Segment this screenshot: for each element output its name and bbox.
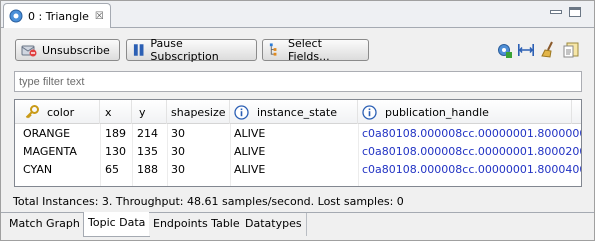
pause-subscription-label: Pause Subscription	[150, 37, 219, 63]
cell-shapesize: 30	[171, 145, 185, 158]
table-row[interactable]: CYAN 65 188 30 ALIVE c0a80108.000008cc.0…	[15, 161, 581, 179]
close-icon[interactable]: ☒	[95, 11, 104, 22]
column-fit-icon[interactable]	[517, 41, 535, 59]
column-header-y[interactable]: y	[132, 100, 167, 124]
column-header-publication-handle-label: publication_handle	[385, 105, 489, 119]
cell-shapesize: 30	[171, 127, 185, 140]
column-header-x-label: x	[105, 105, 112, 119]
unsubscribe-icon	[21, 45, 37, 57]
view-tab-triangle[interactable]: 0 : Triangle ☒	[3, 3, 111, 28]
cell-color: MAGENTA	[23, 145, 77, 158]
cell-x: 130	[105, 145, 126, 158]
cell-publication-handle: c0a80108.000008cc.00000001.80002002	[362, 145, 582, 158]
status-text: Total Instances: 3. Throughput: 48.61 sa…	[13, 195, 404, 208]
tab-endpoints-table[interactable]: Endpoints Table	[149, 213, 245, 236]
cell-y: 188	[137, 163, 158, 176]
select-fields-icon	[269, 43, 277, 56]
cell-publication-handle: c0a80108.000008cc.00000001.80000002	[362, 127, 582, 140]
unsubscribe-label: Unsubscribe	[42, 43, 110, 57]
clear-broom-icon[interactable]	[540, 41, 558, 59]
column-header-instance-state[interactable]: instance_state	[230, 100, 358, 124]
cell-x: 65	[105, 163, 119, 176]
pause-icon	[133, 44, 144, 56]
info-icon	[362, 104, 377, 120]
view-tab-bar: 0 : Triangle ☒	[1, 1, 594, 28]
cell-instance-state: ALIVE	[234, 163, 266, 176]
settings-gear-icon[interactable]	[495, 41, 513, 59]
triangle-view-panel: 0 : Triangle ☒ Unsubscribe Pause Subscri…	[0, 0, 595, 241]
maximize-button[interactable]	[569, 7, 581, 17]
key-icon	[25, 105, 39, 119]
table-header: color x y shapesize instance_state publi…	[15, 100, 581, 124]
column-header-y-label: y	[139, 105, 146, 119]
unsubscribe-button[interactable]: Unsubscribe	[15, 39, 120, 61]
select-fields-button[interactable]: Select Fields...	[262, 37, 369, 63]
view-tab-title: 0 : Triangle	[28, 9, 89, 23]
column-header-color[interactable]: color	[15, 100, 100, 124]
cell-color: ORANGE	[23, 127, 71, 140]
tab-datatypes[interactable]: Datatypes	[241, 213, 307, 236]
column-header-shapesize[interactable]: shapesize	[167, 100, 230, 124]
filter-input[interactable]	[14, 71, 582, 92]
column-header-instance-state-label: instance_state	[257, 105, 337, 119]
tab-topic-data[interactable]: Topic Data	[83, 212, 151, 237]
cell-shapesize: 30	[171, 163, 185, 176]
minimize-button[interactable]	[550, 10, 562, 14]
pause-subscription-button[interactable]: Pause Subscription	[126, 37, 257, 63]
column-header-shapesize-label: shapesize	[171, 105, 226, 119]
table-row[interactable]: MAGENTA 130 135 30 ALIVE c0a80108.000008…	[15, 143, 581, 161]
cell-y: 135	[137, 145, 158, 158]
cell-publication-handle: c0a80108.000008cc.00000001.80004002	[362, 163, 582, 176]
info-icon	[234, 104, 249, 120]
table-row[interactable]: ORANGE 189 214 30 ALIVE c0a80108.000008c…	[15, 125, 581, 143]
tab-match-graph[interactable]: Match Graph	[5, 213, 85, 236]
cell-instance-state: ALIVE	[234, 145, 266, 158]
toolbar: Unsubscribe Pause Subscription Select Fi…	[1, 29, 594, 65]
column-header-color-label: color	[47, 105, 75, 119]
column-header-x[interactable]: x	[100, 100, 132, 124]
bottom-tab-bar: Match Graph Topic Data Endpoints Table D…	[1, 211, 594, 240]
topic-view-icon	[9, 9, 23, 23]
topic-data-table: color x y shapesize instance_state publi…	[14, 99, 582, 187]
column-header-publication-handle[interactable]: publication_handle	[358, 100, 572, 124]
select-fields-label: Select Fields...	[287, 37, 330, 63]
cell-instance-state: ALIVE	[234, 127, 266, 140]
cell-color: CYAN	[23, 163, 53, 176]
cell-x: 189	[105, 127, 126, 140]
cell-y: 214	[137, 127, 158, 140]
export-icon[interactable]	[562, 41, 580, 59]
